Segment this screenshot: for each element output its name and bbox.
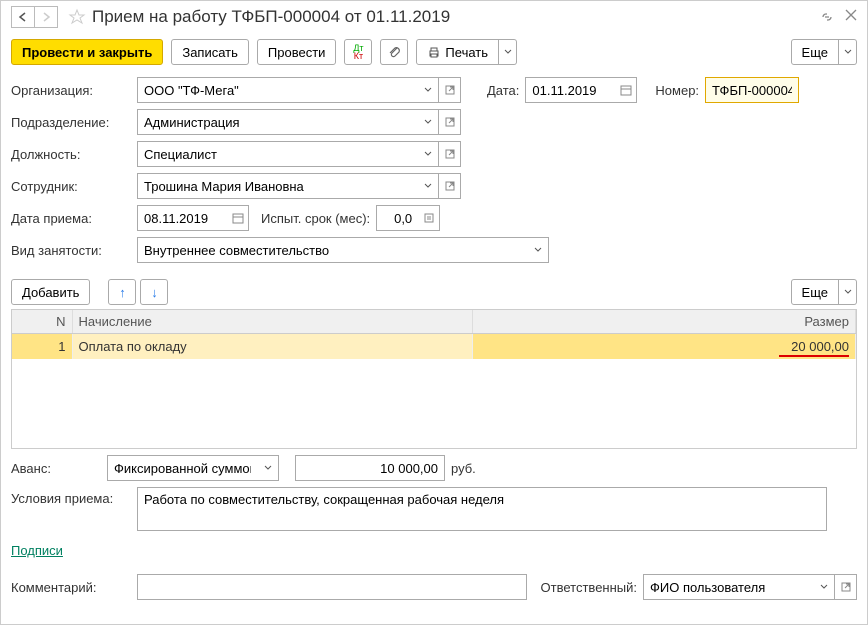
chevron-down-icon	[844, 49, 852, 55]
date-input[interactable]	[525, 77, 615, 103]
rub-label: руб.	[451, 461, 476, 476]
accruals-table[interactable]: N Начисление Размер 1 Оплата по окладу 2…	[11, 309, 857, 449]
col-header-n[interactable]: N	[12, 310, 72, 334]
arrow-right-icon	[41, 12, 51, 22]
org-open-button[interactable]	[439, 77, 461, 103]
nav-forward-button[interactable]	[34, 6, 58, 28]
more-button[interactable]: Еще	[791, 39, 839, 65]
comment-input[interactable]	[137, 574, 527, 600]
chevron-down-icon	[424, 151, 432, 157]
chevron-down-icon	[424, 119, 432, 125]
cell-accrual[interactable]: Оплата по окладу	[72, 334, 472, 360]
open-icon	[445, 117, 455, 127]
avans-amount-input[interactable]	[295, 455, 445, 481]
table-more-dropdown-arrow[interactable]	[839, 279, 857, 305]
conditions-textarea[interactable]	[137, 487, 827, 531]
number-input[interactable]	[705, 77, 799, 103]
post-button[interactable]: Провести	[257, 39, 337, 65]
calculator-icon	[424, 213, 434, 223]
link-icon[interactable]	[819, 9, 835, 25]
open-icon	[445, 149, 455, 159]
emp-label: Сотрудник:	[11, 179, 131, 194]
print-button[interactable]: Печать	[416, 39, 499, 65]
avans-type-dropdown-button[interactable]	[257, 455, 279, 481]
col-header-amount[interactable]: Размер	[472, 310, 856, 334]
chevron-down-icon	[844, 289, 852, 295]
chevron-down-icon	[504, 49, 512, 55]
position-input[interactable]	[137, 141, 417, 167]
hire-date-input[interactable]	[137, 205, 227, 231]
employee-open-button[interactable]	[439, 173, 461, 199]
dtkt-button[interactable]: ДтКт	[344, 39, 372, 65]
hire-date-calendar-button[interactable]	[227, 205, 249, 231]
chevron-down-icon	[264, 465, 272, 471]
attachments-button[interactable]	[380, 39, 408, 65]
edit-underline	[779, 355, 850, 357]
chevron-down-icon	[424, 183, 432, 189]
more-dropdown-arrow[interactable]	[839, 39, 857, 65]
open-icon	[841, 582, 851, 592]
print-dropdown-arrow[interactable]	[499, 39, 517, 65]
signatures-link[interactable]: Подписи	[11, 543, 63, 558]
cell-amount[interactable]: 20 000,00	[472, 334, 856, 360]
employment-type-input[interactable]	[137, 237, 527, 263]
table-more-button[interactable]: Еще	[791, 279, 839, 305]
emptype-label: Вид занятости:	[11, 243, 131, 258]
employee-input[interactable]	[137, 173, 417, 199]
probation-label: Испыт. срок (мес):	[261, 211, 370, 226]
paperclip-icon	[387, 45, 401, 59]
responsible-dropdown-button[interactable]	[813, 574, 835, 600]
hiredate-label: Дата приема:	[11, 211, 131, 226]
close-icon[interactable]	[845, 9, 857, 25]
responsible-input[interactable]	[643, 574, 813, 600]
printer-icon	[427, 45, 441, 59]
arrow-left-icon	[18, 12, 28, 22]
department-input[interactable]	[137, 109, 417, 135]
cell-n[interactable]: 1	[12, 334, 72, 360]
pos-label: Должность:	[11, 147, 131, 162]
number-label: Номер:	[655, 83, 699, 98]
col-header-accrual[interactable]: Начисление	[72, 310, 472, 334]
calendar-icon	[232, 212, 244, 224]
position-dropdown-button[interactable]	[417, 141, 439, 167]
department-dropdown-button[interactable]	[417, 109, 439, 135]
post-and-close-button[interactable]: Провести и закрыть	[11, 39, 163, 65]
nav-back-button[interactable]	[11, 6, 35, 28]
arrow-down-icon: ↓	[151, 285, 158, 300]
date-calendar-button[interactable]	[615, 77, 637, 103]
arrow-up-icon: ↑	[119, 285, 126, 300]
window-title: Прием на работу ТФБП-000004 от 01.11.201…	[92, 7, 819, 27]
org-input[interactable]	[137, 77, 417, 103]
add-row-button[interactable]: Добавить	[11, 279, 90, 305]
chevron-down-icon	[534, 247, 542, 253]
dtkt-icon: ДтКт	[353, 44, 363, 60]
chevron-down-icon	[820, 584, 828, 590]
employment-type-dropdown-button[interactable]	[527, 237, 549, 263]
dep-label: Подразделение:	[11, 115, 131, 130]
favorite-star-icon[interactable]	[68, 8, 86, 26]
org-label: Организация:	[11, 83, 131, 98]
avans-label: Аванс:	[11, 461, 101, 476]
probation-calc-button[interactable]	[418, 205, 440, 231]
write-button[interactable]: Записать	[171, 39, 249, 65]
position-open-button[interactable]	[439, 141, 461, 167]
avans-type-input[interactable]	[107, 455, 257, 481]
conditions-label: Условия приема:	[11, 487, 131, 506]
table-row[interactable]: 1 Оплата по окладу 20 000,00	[12, 334, 856, 360]
open-icon	[445, 85, 455, 95]
date-label: Дата:	[487, 83, 519, 98]
probation-input[interactable]	[376, 205, 418, 231]
comment-label: Комментарий:	[11, 580, 131, 595]
responsible-label: Ответственный:	[541, 580, 637, 595]
org-dropdown-button[interactable]	[417, 77, 439, 103]
department-open-button[interactable]	[439, 109, 461, 135]
responsible-open-button[interactable]	[835, 574, 857, 600]
move-up-button[interactable]: ↑	[108, 279, 136, 305]
open-icon	[445, 181, 455, 191]
calendar-icon	[620, 84, 632, 96]
employee-dropdown-button[interactable]	[417, 173, 439, 199]
chevron-down-icon	[424, 87, 432, 93]
move-down-button[interactable]: ↓	[140, 279, 168, 305]
